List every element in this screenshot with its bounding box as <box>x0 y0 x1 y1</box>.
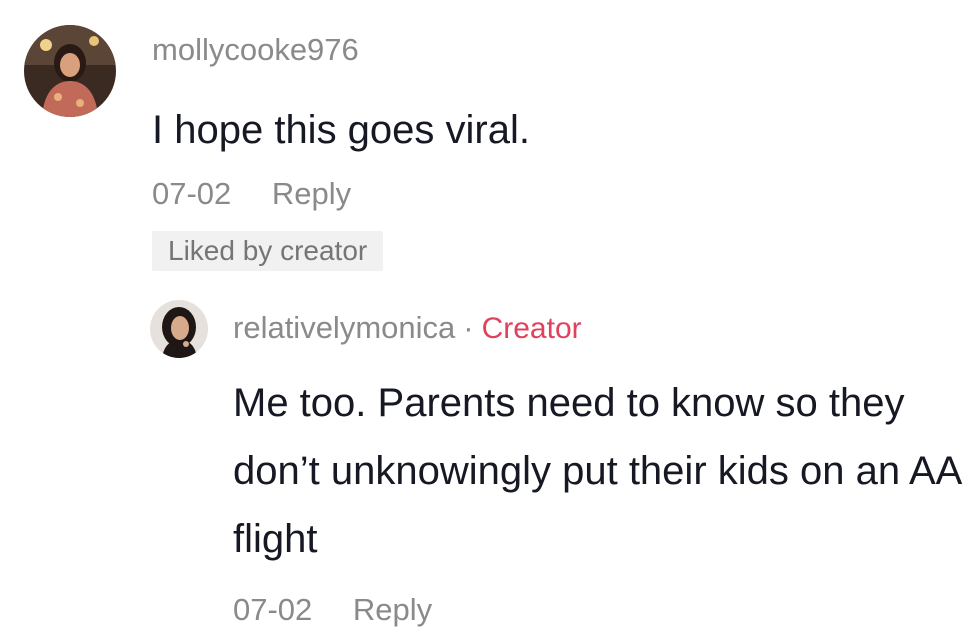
liked-by-creator-badge: Liked by creator <box>152 231 384 271</box>
reply-button[interactable]: Reply <box>272 176 351 211</box>
avatar-image <box>24 25 116 117</box>
reply-text: Me too. Parents need to know so they don… <box>233 381 961 561</box>
reply-meta: 07-02 Reply <box>233 592 432 628</box>
creator-avatar-icon[interactable] <box>150 300 208 358</box>
comment-meta: 07-02 Reply <box>152 176 351 212</box>
separator: · <box>463 310 474 345</box>
avatar-image <box>150 300 208 358</box>
reply-username[interactable]: relativelymonica <box>233 310 455 345</box>
creator-badge: Creator <box>481 312 582 345</box>
user-avatar-icon[interactable] <box>24 25 116 117</box>
reply-button[interactable]: Reply <box>353 592 432 627</box>
comment-date: 07-02 <box>152 176 232 211</box>
comment-text: I hope this goes viral. <box>152 108 530 152</box>
comment-username[interactable]: mollycooke976 <box>152 32 359 68</box>
reply-date: 07-02 <box>233 592 313 627</box>
reply-header: relativelymonica · Creator <box>233 310 582 346</box>
